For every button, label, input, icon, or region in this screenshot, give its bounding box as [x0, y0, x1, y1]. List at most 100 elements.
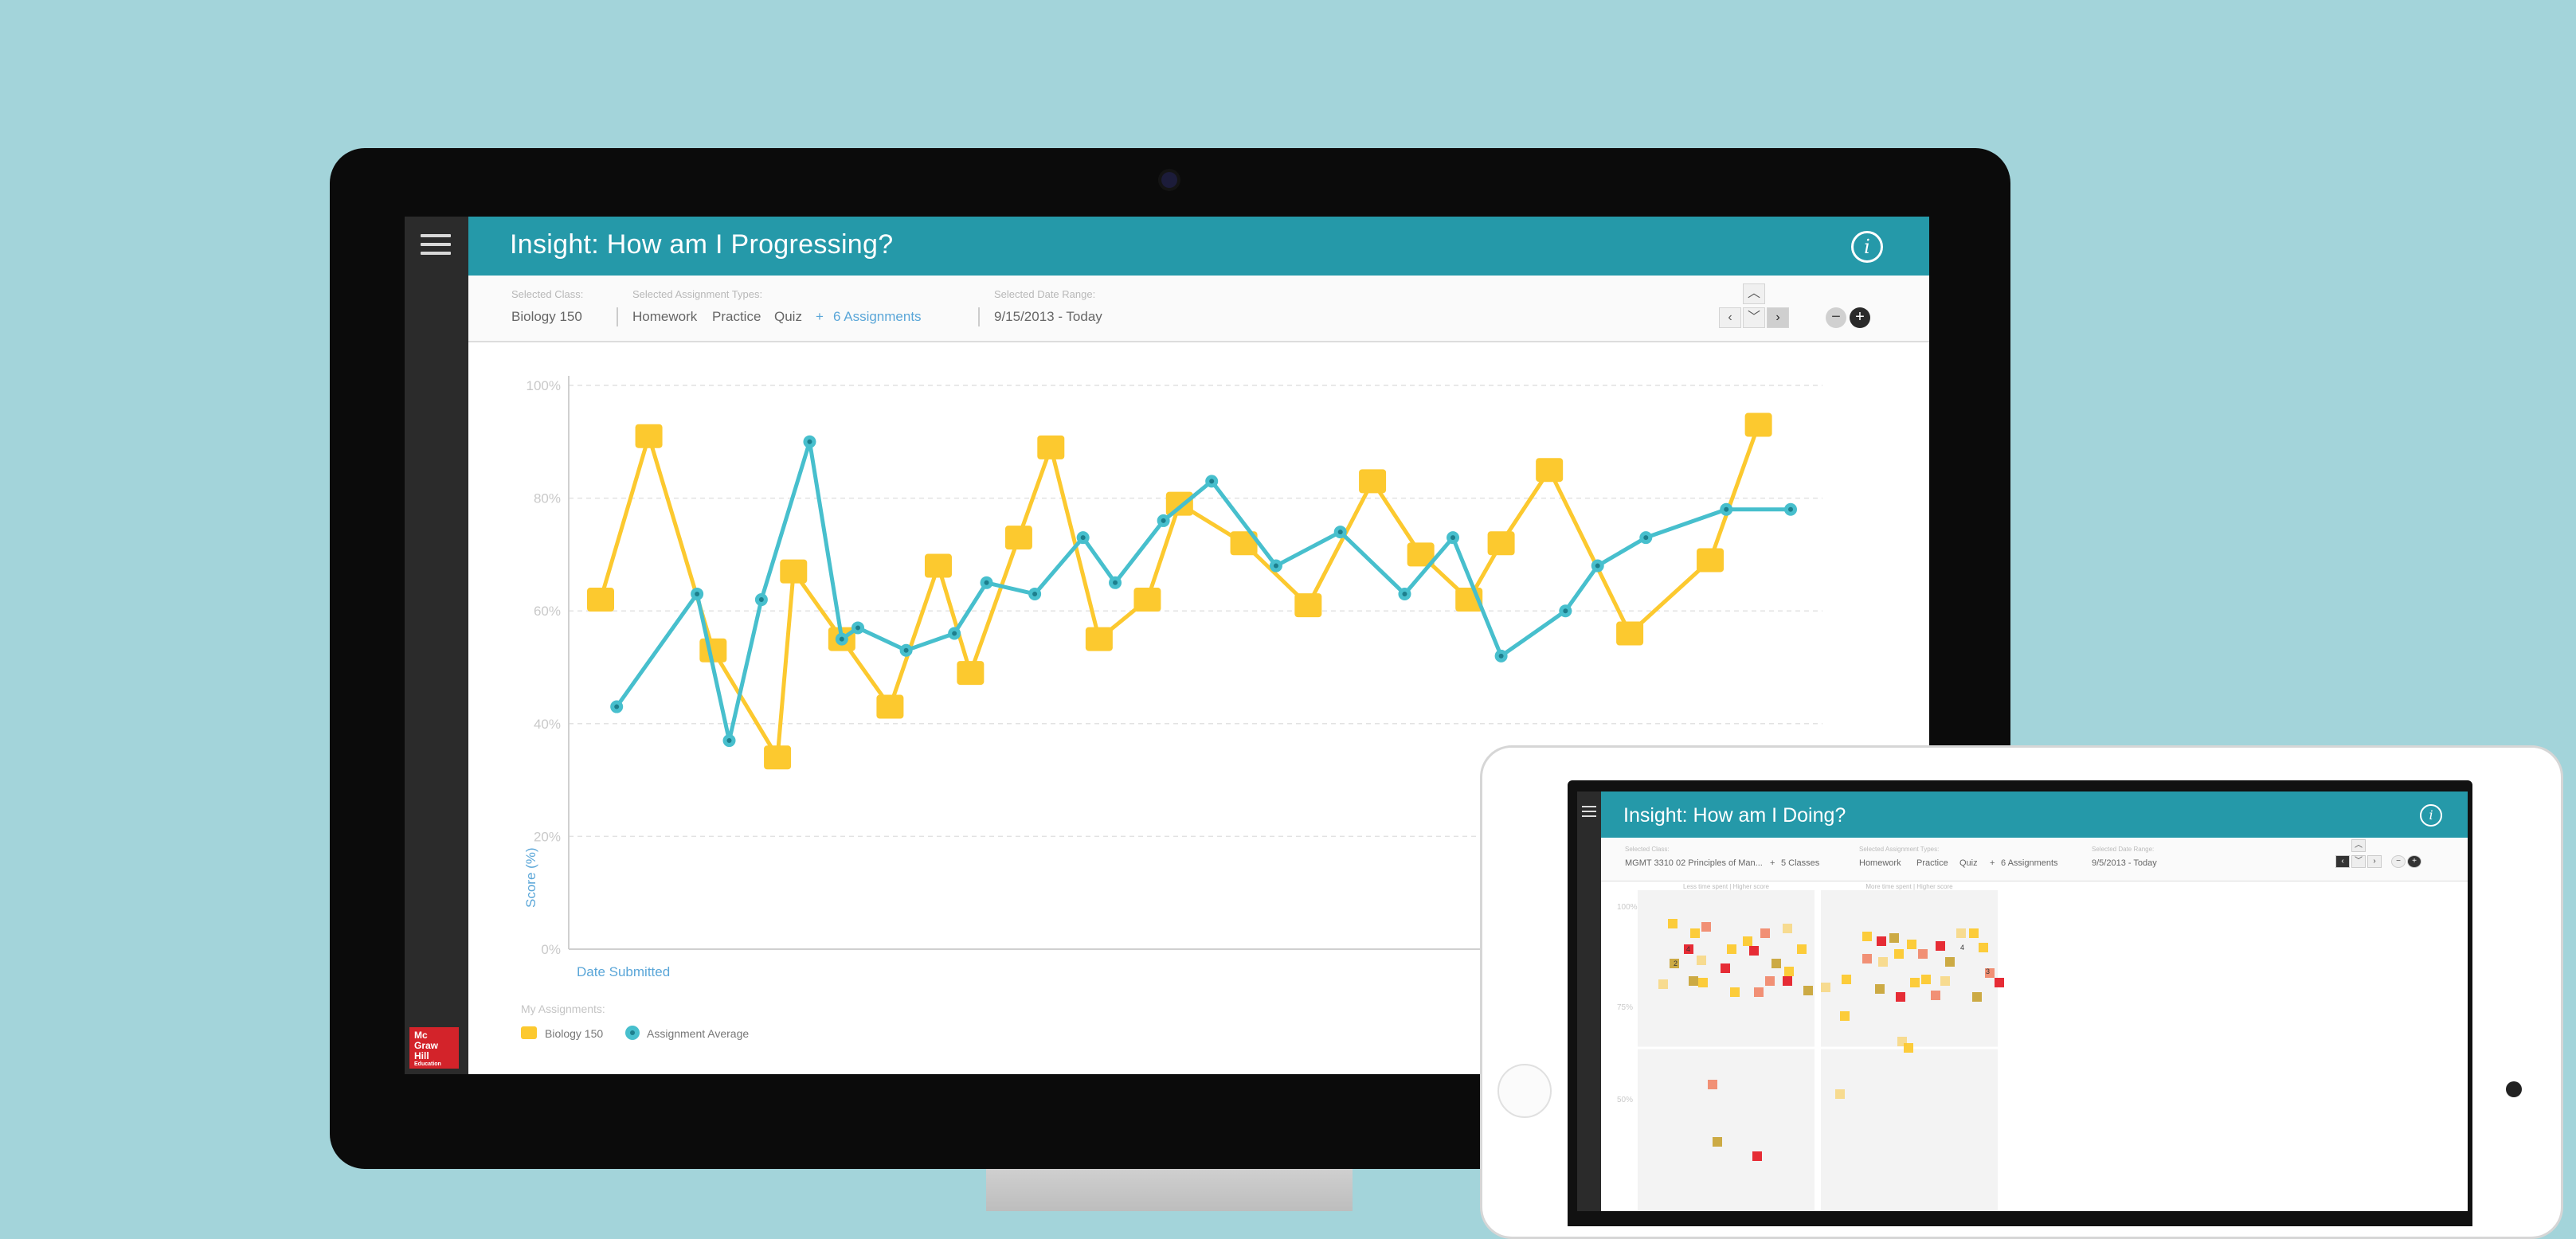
scatter-point [1698, 978, 1708, 987]
data-point-square [876, 694, 904, 719]
scatter-point [1771, 959, 1781, 968]
data-point-square [1165, 491, 1193, 516]
zoom-out-icon[interactable]: − [1826, 307, 1846, 328]
data-point-center [1113, 580, 1118, 585]
y-axis-label: Score (%) [523, 847, 538, 908]
data-point-square [1004, 526, 1032, 550]
scatter-point [1730, 987, 1740, 997]
legend-title: My Assignments: [521, 1003, 605, 1015]
info-icon[interactable]: i [2420, 804, 2442, 827]
data-point-center [903, 647, 909, 653]
scatter-point [1862, 932, 1872, 941]
scatter-point [1956, 928, 1966, 938]
zoom-out-icon[interactable]: − [2391, 855, 2406, 868]
legend-label: Biology 150 [545, 1027, 603, 1040]
data-point-square [1536, 458, 1564, 483]
scatter-point [1835, 1089, 1845, 1099]
type-quiz[interactable]: Quiz [1959, 858, 1978, 868]
scatter-chart-svg: 100% 75% 50% Less time spent | Higher score… [1617, 883, 2004, 1211]
chevron-down-icon[interactable]: ﹀ [1743, 307, 1765, 328]
scatter-point [1945, 957, 1955, 967]
zoom-in-icon[interactable]: + [1850, 307, 1870, 328]
data-point-square [1487, 531, 1515, 556]
data-point-square [587, 588, 614, 612]
type-quiz[interactable]: Quiz [774, 309, 802, 325]
chevron-up-icon[interactable]: ︿ [2351, 839, 2366, 852]
tablet-screen: Insight: How am I Doing? i Selected Clas… [1577, 791, 2468, 1211]
class-select[interactable]: MGMT 3310 02 Principles of Man... [1625, 858, 1763, 868]
scatter-point [1697, 956, 1706, 965]
webcam [1161, 172, 1177, 188]
scatter-point [1931, 991, 1940, 1000]
chevron-down-icon[interactable]: ﹀ [2351, 855, 2366, 868]
data-point-square [635, 424, 663, 448]
data-point-square [1085, 627, 1113, 651]
tablet-page-title: Insight: How am I Doing? [1623, 804, 1846, 827]
tablet-camera [2506, 1081, 2522, 1097]
types-label: Selected Assignment Types: [632, 288, 763, 300]
type-homework[interactable]: Homework [1859, 858, 1901, 868]
scatter-point [1754, 987, 1764, 997]
home-button [1497, 1064, 1552, 1118]
data-point-center [1032, 591, 1038, 596]
data-point-center [952, 631, 957, 636]
scatter-point [1721, 963, 1730, 973]
more-classes-link[interactable]: 5 Classes [1781, 858, 1819, 868]
chevron-left-icon[interactable]: ‹ [2335, 855, 2350, 868]
menu-icon[interactable] [1582, 806, 1596, 820]
type-homework[interactable]: Homework [632, 309, 697, 325]
type-practice[interactable]: Practice [712, 309, 761, 325]
scatter-point [1995, 978, 2004, 987]
scatter-point [1910, 978, 1920, 987]
class-select[interactable]: Biology 150 [511, 309, 582, 325]
data-point-square [1133, 588, 1161, 612]
tablet-filter-bar: Selected Class: MGMT 3310 02 Principles … [1601, 838, 2468, 881]
scatter-point [1743, 936, 1752, 946]
date-range-select[interactable]: 9/5/2013 - Today [2092, 858, 2157, 868]
divider [617, 307, 618, 326]
more-assignments-link[interactable]: 6 Assignments [2001, 858, 2058, 868]
scatter-point [1797, 944, 1807, 954]
info-icon[interactable]: i [1851, 231, 1883, 263]
scatter-point [1940, 976, 1950, 986]
data-point-square [1697, 548, 1725, 573]
zoom-in-icon[interactable]: + [2407, 855, 2421, 868]
scatter-point [1690, 928, 1700, 938]
scatter-point [1889, 933, 1899, 943]
y-tick-label: 100% [527, 378, 561, 393]
scatter-point [1878, 957, 1888, 967]
scatter-point [1936, 941, 1945, 951]
scatter-chart: 100% 75% 50% Less time spent | Higher score… [1601, 881, 2468, 1211]
data-point-center [1563, 608, 1568, 614]
more-assignments-link[interactable]: 6 Assignments [833, 309, 922, 325]
scatter-point [1904, 1043, 1913, 1053]
scatter-point [1708, 1080, 1717, 1089]
data-point-center [1450, 535, 1456, 541]
scatter-point [1894, 949, 1904, 959]
data-point-center [726, 738, 732, 744]
data-point-center [1724, 506, 1729, 512]
data-point-square [1359, 469, 1387, 494]
scatter-point [1765, 976, 1775, 986]
data-point-center [1273, 563, 1278, 569]
class-label: Selected Class: [511, 288, 584, 300]
date-range-select[interactable]: 9/15/2013 - Today [994, 309, 1102, 325]
data-point-center [839, 636, 844, 642]
data-point-center [1209, 479, 1215, 484]
menu-icon[interactable] [421, 234, 451, 258]
scatter-point [1760, 928, 1770, 938]
data-point-center [1498, 653, 1504, 659]
data-point-center [1080, 535, 1086, 541]
type-practice[interactable]: Practice [1916, 858, 1948, 868]
date-label: Selected Date Range: [2092, 846, 2155, 853]
types-label: Selected Assignment Types: [1859, 846, 1940, 853]
scatter-point [1972, 992, 1982, 1002]
data-point-center [614, 704, 620, 709]
chevron-left-icon[interactable]: ‹ [1719, 307, 1741, 328]
scatter-point [1862, 954, 1872, 963]
data-point-square [1294, 593, 1322, 618]
chevron-up-icon[interactable]: ︿ [1743, 283, 1765, 304]
chevron-right-icon[interactable]: › [1767, 307, 1789, 328]
chevron-right-icon[interactable]: › [2367, 855, 2382, 868]
data-point-center [695, 591, 700, 596]
